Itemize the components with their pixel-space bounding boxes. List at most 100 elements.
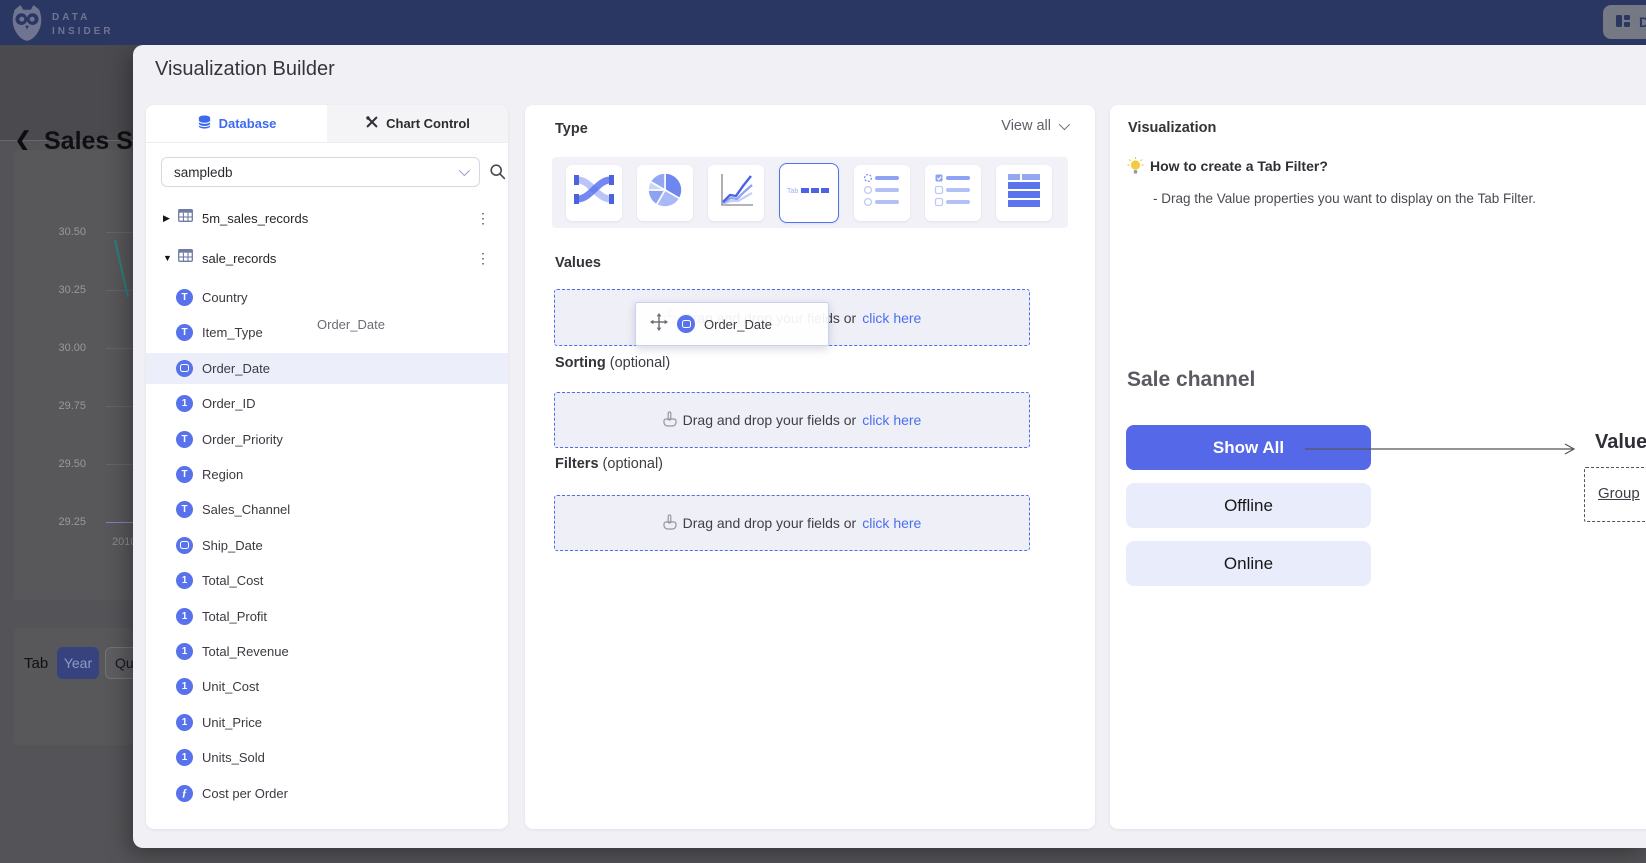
field-name: Region	[202, 467, 243, 482]
app-logo[interactable]: DATAINSIDER	[10, 3, 114, 46]
sorting-click-here-link[interactable]: click here	[862, 412, 921, 428]
number-field-icon: 1	[176, 678, 193, 695]
visualization-panel: Visualization How to create a Tab Filter…	[1110, 105, 1646, 829]
table-name: 5m_sales_records	[202, 211, 308, 226]
annotation-arrow	[1305, 441, 1585, 457]
values-click-here-link[interactable]: click here	[862, 310, 921, 326]
field-row-Order_Date[interactable]: Order_Date	[146, 353, 508, 384]
layout-icon	[1615, 13, 1631, 32]
visualization-title: Visualization	[1128, 120, 1216, 136]
number-field-icon: 1	[176, 714, 193, 731]
table-menu-icon[interactable]: ⋮	[476, 210, 490, 227]
table-row-sale_records[interactable]: ▼ sale_records ⋮	[146, 244, 508, 272]
field-row-Total_Revenue[interactable]: 1Total_Revenue	[146, 636, 508, 667]
chart-type-line-chart[interactable]	[708, 165, 764, 221]
field-row-Total_Profit[interactable]: 1Total_Profit	[146, 601, 508, 632]
move-icon	[650, 313, 668, 336]
background-line-chart	[14, 150, 133, 600]
number-field-icon: 1	[176, 572, 193, 589]
search-icon[interactable]	[489, 163, 506, 185]
field-row-Total_Cost[interactable]: 1 Total_Cost	[146, 565, 508, 596]
table-row-5m_sales_records[interactable]: ▶ 5m_sales_records ⋮	[146, 204, 508, 232]
filters-placeholder: Drag and drop your fields or	[683, 515, 857, 531]
tip-title: How to create a Tab Filter?	[1150, 158, 1328, 174]
field-row-Sales_Channel[interactable]: TSales_Channel	[146, 494, 508, 525]
tab-chart-control[interactable]: Chart Control	[327, 105, 508, 142]
field-row-Units_Sold[interactable]: 1 Units_Sold	[146, 742, 508, 773]
field-name: Item_Type	[202, 325, 263, 340]
modal-title: Visualization Builder	[155, 58, 335, 81]
field-row-Unit_Price[interactable]: 1 Unit_Price	[146, 707, 508, 738]
field-name: Unit_Price	[202, 715, 262, 730]
dashboard-button[interactable]: D	[1603, 5, 1646, 39]
filters-section-label: Filters (optional)	[555, 456, 663, 472]
field-row-Region[interactable]: T Region	[146, 459, 508, 490]
field-name: Ship_Date	[202, 538, 263, 553]
tab-database[interactable]: Database	[146, 105, 327, 142]
chart-type-checkbox-filter[interactable]	[925, 165, 981, 221]
field-name: Unit_Cost	[202, 679, 259, 694]
text-field-icon: T	[176, 289, 193, 306]
tools-icon	[365, 115, 379, 132]
text-field-icon: T	[176, 466, 193, 483]
sankey-chart-icon	[574, 171, 614, 214]
field-name: Order_ID	[202, 396, 255, 411]
annotation-dashed-box: Group	[1584, 467, 1646, 522]
caret-down-icon[interactable]: ▼	[163, 253, 175, 263]
text-field-icon: T	[176, 501, 193, 518]
chart-type-sankey-chart[interactable]	[566, 165, 622, 221]
chart-type-radio-filter[interactable]	[854, 165, 910, 221]
filters-click-here-link[interactable]: click here	[862, 515, 921, 531]
dashboard-button-label: D	[1639, 14, 1646, 30]
field-row-Country[interactable]: T Country	[146, 282, 508, 313]
chart-type-pie-chart[interactable]	[637, 165, 693, 221]
option-button-offline[interactable]: Offline	[1126, 483, 1371, 528]
view-all-label: View all	[1001, 118, 1051, 134]
background-year-button[interactable]: Year	[57, 647, 99, 679]
visualization-builder-modal: Visualization Builder Database	[133, 45, 1646, 848]
drag-hand-icon	[663, 411, 677, 430]
field-row-Unit_Cost[interactable]: 1 Unit_Cost	[146, 671, 508, 702]
table-menu-icon[interactable]: ⋮	[476, 250, 490, 267]
background-chart-card: 30.5030.2530.0029.7529.5029.25 2010	[14, 150, 133, 600]
number-field-icon: 1	[176, 608, 193, 625]
field-name: Country	[202, 290, 248, 305]
field-row-Order_ID[interactable]: 1 Order_ID	[146, 388, 508, 419]
view-all-dropdown[interactable]: View all	[1001, 118, 1067, 134]
field-row-Order_Priority[interactable]: T Order_Priority	[146, 424, 508, 455]
dragged-field-label: Order_Date	[704, 317, 772, 332]
sorting-dropzone[interactable]: Drag and drop your fields or click here	[554, 392, 1030, 448]
option-button-online[interactable]: Online	[1126, 541, 1371, 586]
dragged-field-chip[interactable]: Order_Date	[635, 302, 829, 346]
date-field-icon	[176, 537, 193, 554]
table-name: sale_records	[202, 251, 276, 266]
logo-text: DATAINSIDER	[52, 11, 114, 39]
function-field-icon: ƒ	[176, 785, 193, 802]
table-icon	[178, 249, 193, 267]
field-row-Ship_Date[interactable]: Ship_Date	[146, 530, 508, 561]
field-name: Total_Cost	[202, 573, 263, 588]
filters-dropzone[interactable]: Drag and drop your fields or click here	[554, 495, 1030, 551]
text-field-icon: T	[176, 431, 193, 448]
chart-type-table-chart[interactable]	[996, 165, 1052, 221]
field-name: Units_Sold	[202, 750, 265, 765]
tab-database-label: Database	[219, 116, 277, 131]
checkbox-filter-icon	[934, 172, 972, 213]
left-panel-tabs: Database Chart Control	[146, 105, 508, 143]
table-chart-icon	[1006, 172, 1042, 213]
field-name: Order_Priority	[202, 432, 283, 447]
number-field-icon: 1	[176, 643, 193, 660]
chart-type-tab-filter[interactable]: Tab	[779, 163, 839, 223]
lightbulb-icon	[1127, 157, 1144, 181]
field-name: Cost per Order	[202, 786, 288, 801]
database-panel: Database Chart Control sampledb	[146, 105, 508, 829]
date-field-icon	[677, 315, 695, 333]
values-section-label: Values	[555, 255, 601, 271]
sorting-section-label: Sorting (optional)	[555, 355, 670, 371]
caret-right-icon[interactable]: ▶	[163, 213, 175, 224]
annotation-group-link[interactable]: Group	[1598, 485, 1640, 502]
number-field-icon: 1	[176, 749, 193, 766]
database-select[interactable]: sampledb	[161, 157, 480, 187]
field-row-Cost-per-Order[interactable]: ƒ Cost per Order	[146, 778, 508, 809]
number-field-icon: 1	[176, 395, 193, 412]
